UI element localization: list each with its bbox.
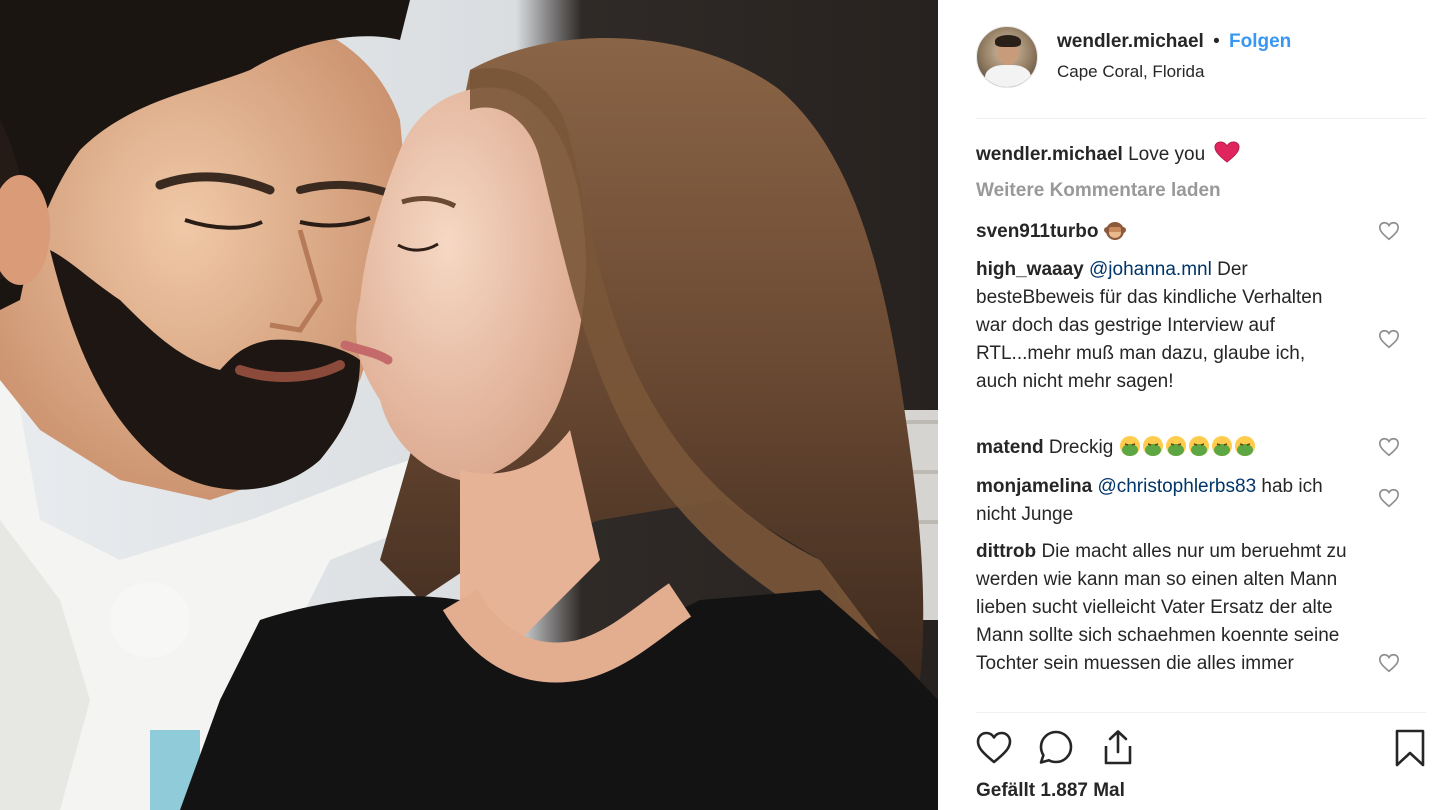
heart-icon[interactable] xyxy=(974,728,1014,768)
caption-username[interactable]: wendler.michael xyxy=(976,144,1123,165)
caption-text: Love you xyxy=(1128,144,1206,165)
comment-username[interactable]: matend xyxy=(976,437,1044,458)
share-icon[interactable] xyxy=(1098,728,1138,768)
nauseated-face-icon xyxy=(1119,435,1141,457)
load-more-comments[interactable]: Weitere Kommentare laden xyxy=(976,180,1221,202)
comment-username[interactable]: sven911turbo xyxy=(976,221,1099,242)
comment-like-icon[interactable] xyxy=(1378,487,1400,509)
comment-item: sven911turbo xyxy=(976,218,1351,246)
nauseated-face-icon xyxy=(1188,435,1210,457)
comment-item: monjamelina @christophlerbs83 hab ich ni… xyxy=(976,473,1351,529)
separator-dot: • xyxy=(1213,31,1220,52)
bookmark-icon[interactable] xyxy=(1390,728,1430,768)
comment-like-icon[interactable] xyxy=(1378,220,1400,242)
follow-button[interactable]: Folgen xyxy=(1229,31,1291,52)
post-header: wendler.michael • Folgen Cape Coral, Flo… xyxy=(938,0,1440,118)
comment-text: Dreckig xyxy=(1048,437,1119,458)
comment-like-icon[interactable] xyxy=(1378,652,1400,674)
header-user-line: wendler.michael • Folgen xyxy=(1057,31,1291,53)
post-photo[interactable] xyxy=(0,0,938,810)
comment-username[interactable]: monjamelina xyxy=(976,476,1092,497)
comment-item: high_waaay @johanna.mnl Der besteBbeweis… xyxy=(976,256,1351,396)
photo-illustration xyxy=(0,0,938,810)
likes-count[interactable]: Gefällt 1.887 Mal xyxy=(976,780,1125,802)
comment-username[interactable]: high_waaay xyxy=(976,259,1084,280)
nauseated-face-icon xyxy=(1165,435,1187,457)
divider xyxy=(976,712,1426,713)
header-username[interactable]: wendler.michael xyxy=(1057,31,1204,52)
comment-like-icon[interactable] xyxy=(1378,436,1400,458)
nauseated-face-icon xyxy=(1211,435,1233,457)
comment-icon[interactable] xyxy=(1036,728,1076,768)
comment-scroll-clip: dittrob Die macht alles nur um beruehmt … xyxy=(938,538,1440,708)
red-heart-icon xyxy=(1214,141,1240,169)
avatar[interactable] xyxy=(976,26,1038,88)
post-side-panel: wendler.michael • Folgen Cape Coral, Flo… xyxy=(938,0,1440,810)
comment-item: matend Dreckig xyxy=(976,434,1351,462)
comment-mention[interactable]: @johanna.mnl xyxy=(1089,259,1212,280)
see-no-evil-monkey-icon xyxy=(1103,219,1126,241)
nauseated-face-icon xyxy=(1142,435,1164,457)
comment-mention[interactable]: @christophlerbs83 xyxy=(1097,476,1256,497)
divider xyxy=(976,118,1426,119)
comment-like-icon[interactable] xyxy=(1378,328,1400,350)
comment-username[interactable]: dittrob xyxy=(976,541,1036,562)
nauseated-face-icon xyxy=(1234,435,1256,457)
post-caption: wendler.michael Love you xyxy=(976,141,1240,169)
post-location[interactable]: Cape Coral, Florida xyxy=(1057,62,1204,82)
comment-item: dittrob Die macht alles nur um beruehmt … xyxy=(976,538,1351,678)
